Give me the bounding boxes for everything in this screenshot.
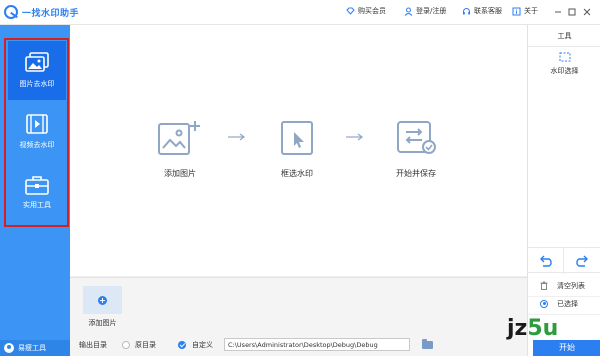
info-icon (512, 7, 521, 15)
diamond-icon (346, 7, 355, 15)
close-button[interactable] (581, 6, 593, 18)
folder-icon[interactable] (422, 338, 433, 349)
user-icon (404, 7, 413, 16)
watermark-text-a: jz (507, 316, 528, 341)
select-cursor-icon (281, 121, 313, 155)
custom-dir-radio[interactable] (178, 340, 186, 349)
film-icon (26, 114, 48, 134)
step-select-watermark[interactable]: 框选水印 (280, 120, 314, 179)
step-label: 添加图片 (164, 169, 196, 178)
redo-icon (576, 255, 588, 267)
image-icon (25, 52, 49, 72)
dashed-select-icon (559, 52, 570, 62)
avatar-icon (4, 343, 14, 353)
save-check-icon (397, 121, 436, 154)
sidebar-item-image-watermark[interactable]: 图片去水印 (8, 41, 66, 100)
watermark-select-tool[interactable]: 水印选择 (528, 52, 600, 76)
about-button[interactable]: 关于 (512, 6, 538, 16)
sidebar-item-tools[interactable]: 实用工具 (8, 163, 66, 222)
sidebar-item-video-watermark[interactable]: 视频去水印 (8, 102, 66, 161)
start-button[interactable]: 开始 (533, 340, 600, 356)
arrow-right-icon (346, 133, 363, 141)
original-dir-radio[interactable] (122, 340, 130, 349)
watermark-select-label: 水印选择 (550, 67, 579, 75)
image-list: + 添加图片 (70, 277, 527, 333)
contact-support-button[interactable]: 联系客服 (462, 6, 502, 16)
step-add-image[interactable]: 添加图片 (157, 120, 203, 179)
step-start-save[interactable]: 开始并保存 (394, 120, 438, 179)
sidebar-item-label: 图片去水印 (19, 80, 55, 88)
custom-dir-label: 自定义 (192, 340, 213, 349)
selected-label: 已选择 (557, 299, 578, 308)
login-button[interactable]: 登录/注册 (404, 6, 446, 16)
step-label: 开始并保存 (396, 169, 436, 178)
easy-tool-button[interactable]: 易瘦工具 (0, 340, 70, 356)
contact-support-label: 联系客服 (474, 7, 502, 15)
about-label: 关于 (524, 7, 538, 15)
trash-icon (540, 281, 548, 290)
headset-icon (463, 7, 470, 14)
output-bar: 输出目录 原目录 自定义 (70, 333, 527, 356)
selected-radio-row[interactable]: 已选择 (528, 293, 600, 315)
original-dir-label: 原目录 (135, 340, 156, 349)
site-watermark-logo: jz5u (507, 316, 558, 341)
add-image-label: 添加图片 (88, 319, 117, 327)
minimize-button[interactable] (552, 6, 564, 18)
undo-icon (539, 255, 552, 267)
app-logo: 一找水印助手 (4, 5, 79, 19)
add-image-tile[interactable]: + (83, 286, 122, 314)
app-title: 一找水印助手 (22, 8, 80, 19)
watermark-text-b: 5u (527, 316, 559, 341)
buy-vip-label: 购买会员 (358, 7, 386, 15)
redo-button[interactable] (564, 248, 600, 274)
add-image-icon (158, 121, 200, 155)
tools-title: 工具 (528, 25, 600, 47)
sidebar: 图片去水印 视频去水印 实用工具 易瘦工具 (0, 25, 70, 356)
step-label: 框选水印 (281, 169, 313, 178)
clear-list-label: 清空列表 (557, 281, 585, 290)
plus-icon: + (98, 295, 107, 305)
buy-vip-button[interactable]: 购买会员 (346, 6, 386, 16)
output-path-input[interactable] (224, 338, 410, 351)
maximize-button[interactable] (566, 6, 578, 18)
selected-radio[interactable] (540, 299, 548, 308)
sidebar-item-label: 实用工具 (23, 201, 51, 209)
arrow-right-icon (228, 133, 245, 141)
right-panel: 工具 水印选择 清空列表 已选择 开始 (527, 25, 600, 356)
close-icon (583, 8, 591, 16)
sidebar-item-label: 视频去水印 (19, 141, 55, 149)
undo-redo-bar (528, 247, 600, 274)
output-dir-label: 输出目录 (79, 340, 107, 349)
undo-button[interactable] (528, 248, 564, 274)
easy-tool-label: 易瘦工具 (18, 344, 46, 352)
maximize-icon (568, 8, 576, 16)
login-label: 登录/注册 (416, 7, 447, 15)
minimize-icon (555, 11, 561, 13)
logo-icon (4, 5, 18, 19)
toolbox-icon (25, 176, 49, 195)
main-workspace[interactable]: 添加图片 框选水印 开始并保存 (70, 25, 527, 276)
title-bar: 一找水印助手 购买会员 登录/注册 联系客服 关于 (0, 0, 600, 25)
